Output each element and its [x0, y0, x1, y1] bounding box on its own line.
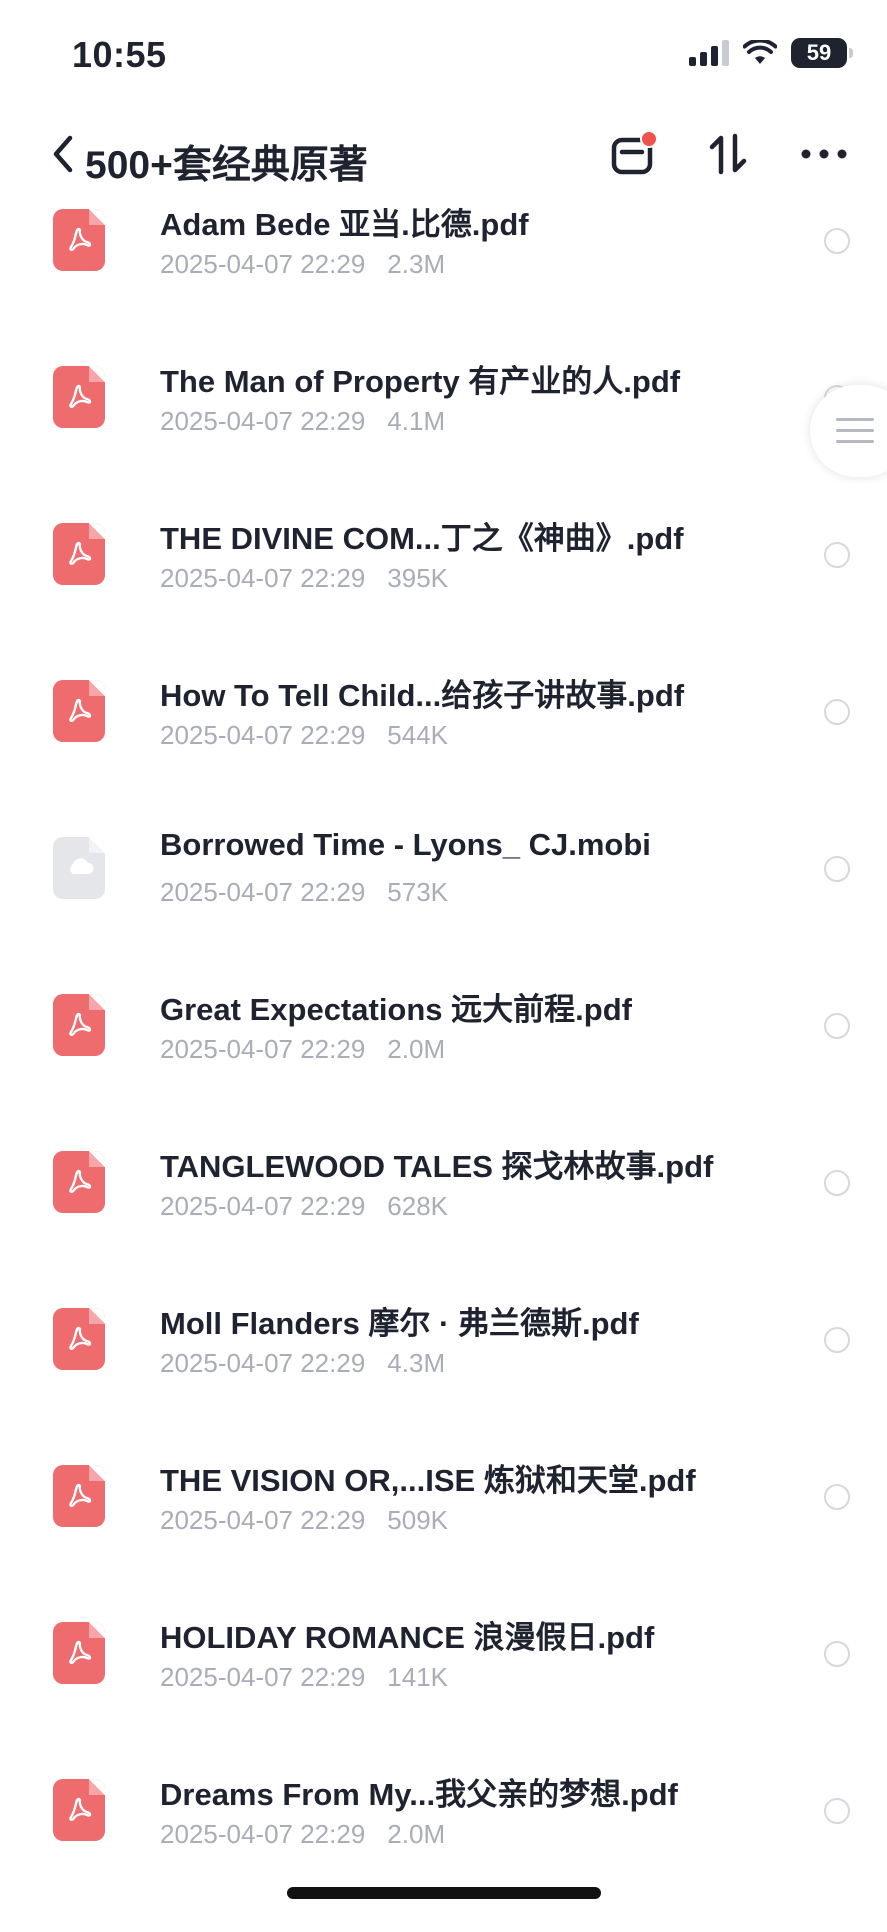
select-radio[interactable] [824, 1327, 850, 1353]
pdf-file-icon [53, 680, 105, 742]
file-date: 2025-04-07 22:29 [160, 877, 366, 907]
more-dots-icon [801, 149, 847, 159]
file-meta: 2025-04-07 22:29 628K [160, 1191, 448, 1222]
file-row[interactable]: THE VISION OR,...ISE 炼狱和天堂.pdf 2025-04-07… [0, 1461, 887, 1618]
file-size: 141K [387, 1662, 449, 1692]
file-row[interactable]: How To Tell Child...给孩子讲故事.pdf 2025-04-07… [0, 676, 887, 833]
file-meta: 2025-04-07 22:29 573K [160, 877, 448, 908]
select-radio[interactable] [824, 856, 850, 882]
file-row[interactable]: Borrowed Time - Lyons_ CJ.mobi 2025-04-07… [0, 827, 887, 990]
cloud-file-icon [53, 837, 105, 899]
select-radio[interactable] [824, 542, 850, 568]
pdf-file-icon [53, 209, 105, 271]
file-row[interactable]: THE DIVINE COM...丁之《神曲》.pdf 2025-04-07 22… [0, 519, 887, 676]
file-size: 4.3M [387, 1348, 446, 1378]
file-name: Dreams From My...我父亲的梦想.pdf [160, 1777, 678, 1812]
page-title: 500+套经典原著 [85, 144, 368, 187]
pdf-file-icon [53, 523, 105, 585]
file-meta: 2025-04-07 22:29 4.1M [160, 406, 445, 437]
file-name: Borrowed Time - Lyons_ CJ.mobi [160, 827, 651, 862]
file-name: Adam Bede 亚当.比德.pdf [160, 207, 529, 242]
file-meta: 2025-04-07 22:29 2.3M [160, 249, 445, 280]
select-radio[interactable] [824, 1170, 850, 1196]
file-size: 395K [387, 563, 449, 593]
file-size: 544K [387, 720, 449, 750]
file-date: 2025-04-07 22:29 [160, 563, 366, 593]
battery-icon: 59 [791, 38, 853, 68]
select-radio[interactable] [824, 699, 850, 725]
file-meta: 2025-04-07 22:29 395K [160, 563, 448, 594]
transfer-button[interactable] [604, 126, 660, 182]
file-name: Moll Flanders 摩尔 · 弗兰德斯.pdf [160, 1306, 639, 1341]
select-radio[interactable] [824, 1484, 850, 1510]
file-meta: 2025-04-07 22:29 2.0M [160, 1819, 445, 1850]
file-date: 2025-04-07 22:29 [160, 1819, 366, 1849]
more-button[interactable] [796, 126, 852, 182]
pdf-file-icon [53, 994, 105, 1056]
file-meta: 2025-04-07 22:29 2.0M [160, 1034, 445, 1065]
status-icons: 59 [689, 38, 853, 68]
status-time: 10:55 [72, 34, 167, 75]
file-date: 2025-04-07 22:29 [160, 1662, 366, 1692]
back-chevron-icon[interactable] [48, 132, 78, 176]
file-date: 2025-04-07 22:29 [160, 1191, 366, 1221]
file-row[interactable]: HOLIDAY ROMANCE 浪漫假日.pdf 2025-04-07 22:29… [0, 1618, 887, 1775]
select-radio[interactable] [824, 1641, 850, 1667]
sort-arrows-icon [709, 133, 747, 175]
file-name: TANGLEWOOD TALES 探戈林故事.pdf [160, 1149, 714, 1184]
file-row[interactable]: Dreams From My...我父亲的梦想.pdf 2025-04-07 22… [0, 1775, 887, 1932]
sort-button[interactable] [700, 126, 756, 182]
file-row[interactable]: The Man of Property 有产业的人.pdf 2025-04-07 … [0, 362, 887, 519]
file-size: 509K [387, 1505, 449, 1535]
file-size: 4.1M [387, 406, 446, 436]
select-radio[interactable] [824, 1013, 850, 1039]
pdf-file-icon [53, 366, 105, 428]
cellular-signal-icon [689, 40, 729, 66]
file-row[interactable]: Great Expectations 远大前程.pdf 2025-04-07 22… [0, 990, 887, 1147]
file-row[interactable]: TANGLEWOOD TALES 探戈林故事.pdf 2025-04-07 22:… [0, 1147, 887, 1304]
file-row[interactable]: Adam Bede 亚当.比德.pdf 2025-04-07 22:29 2.3M [0, 205, 887, 362]
pdf-file-icon [53, 1151, 105, 1213]
file-meta: 2025-04-07 22:29 141K [160, 1662, 448, 1693]
select-radio[interactable] [824, 1798, 850, 1824]
file-date: 2025-04-07 22:29 [160, 1034, 366, 1064]
file-meta: 2025-04-07 22:29 4.3M [160, 1348, 445, 1379]
file-date: 2025-04-07 22:29 [160, 406, 366, 436]
file-name: THE VISION OR,...ISE 炼狱和天堂.pdf [160, 1463, 696, 1498]
file-size: 2.0M [387, 1819, 446, 1849]
notification-dot [640, 130, 658, 148]
file-date: 2025-04-07 22:29 [160, 1505, 366, 1535]
file-name: HOLIDAY ROMANCE 浪漫假日.pdf [160, 1620, 655, 1655]
file-name: THE DIVINE COM...丁之《神曲》.pdf [160, 521, 684, 556]
pdf-file-icon [53, 1622, 105, 1684]
wifi-icon [743, 40, 777, 64]
pdf-file-icon [53, 1465, 105, 1527]
file-name: Great Expectations 远大前程.pdf [160, 992, 632, 1027]
pdf-file-icon [53, 1779, 105, 1841]
file-meta: 2025-04-07 22:29 509K [160, 1505, 448, 1536]
file-size: 628K [387, 1191, 449, 1221]
file-date: 2025-04-07 22:29 [160, 720, 366, 750]
file-name: The Man of Property 有产业的人.pdf [160, 364, 681, 399]
file-row[interactable]: Moll Flanders 摩尔 · 弗兰德斯.pdf 2025-04-07 22… [0, 1304, 887, 1461]
home-indicator [287, 1887, 601, 1899]
file-name: How To Tell Child...给孩子讲故事.pdf [160, 678, 685, 713]
pdf-file-icon [53, 1308, 105, 1370]
file-meta: 2025-04-07 22:29 544K [160, 720, 448, 751]
file-size: 2.3M [387, 249, 446, 279]
file-date: 2025-04-07 22:29 [160, 1348, 366, 1378]
file-size: 2.0M [387, 1034, 446, 1064]
select-radio[interactable] [824, 228, 850, 254]
file-size: 573K [387, 877, 449, 907]
file-date: 2025-04-07 22:29 [160, 249, 366, 279]
